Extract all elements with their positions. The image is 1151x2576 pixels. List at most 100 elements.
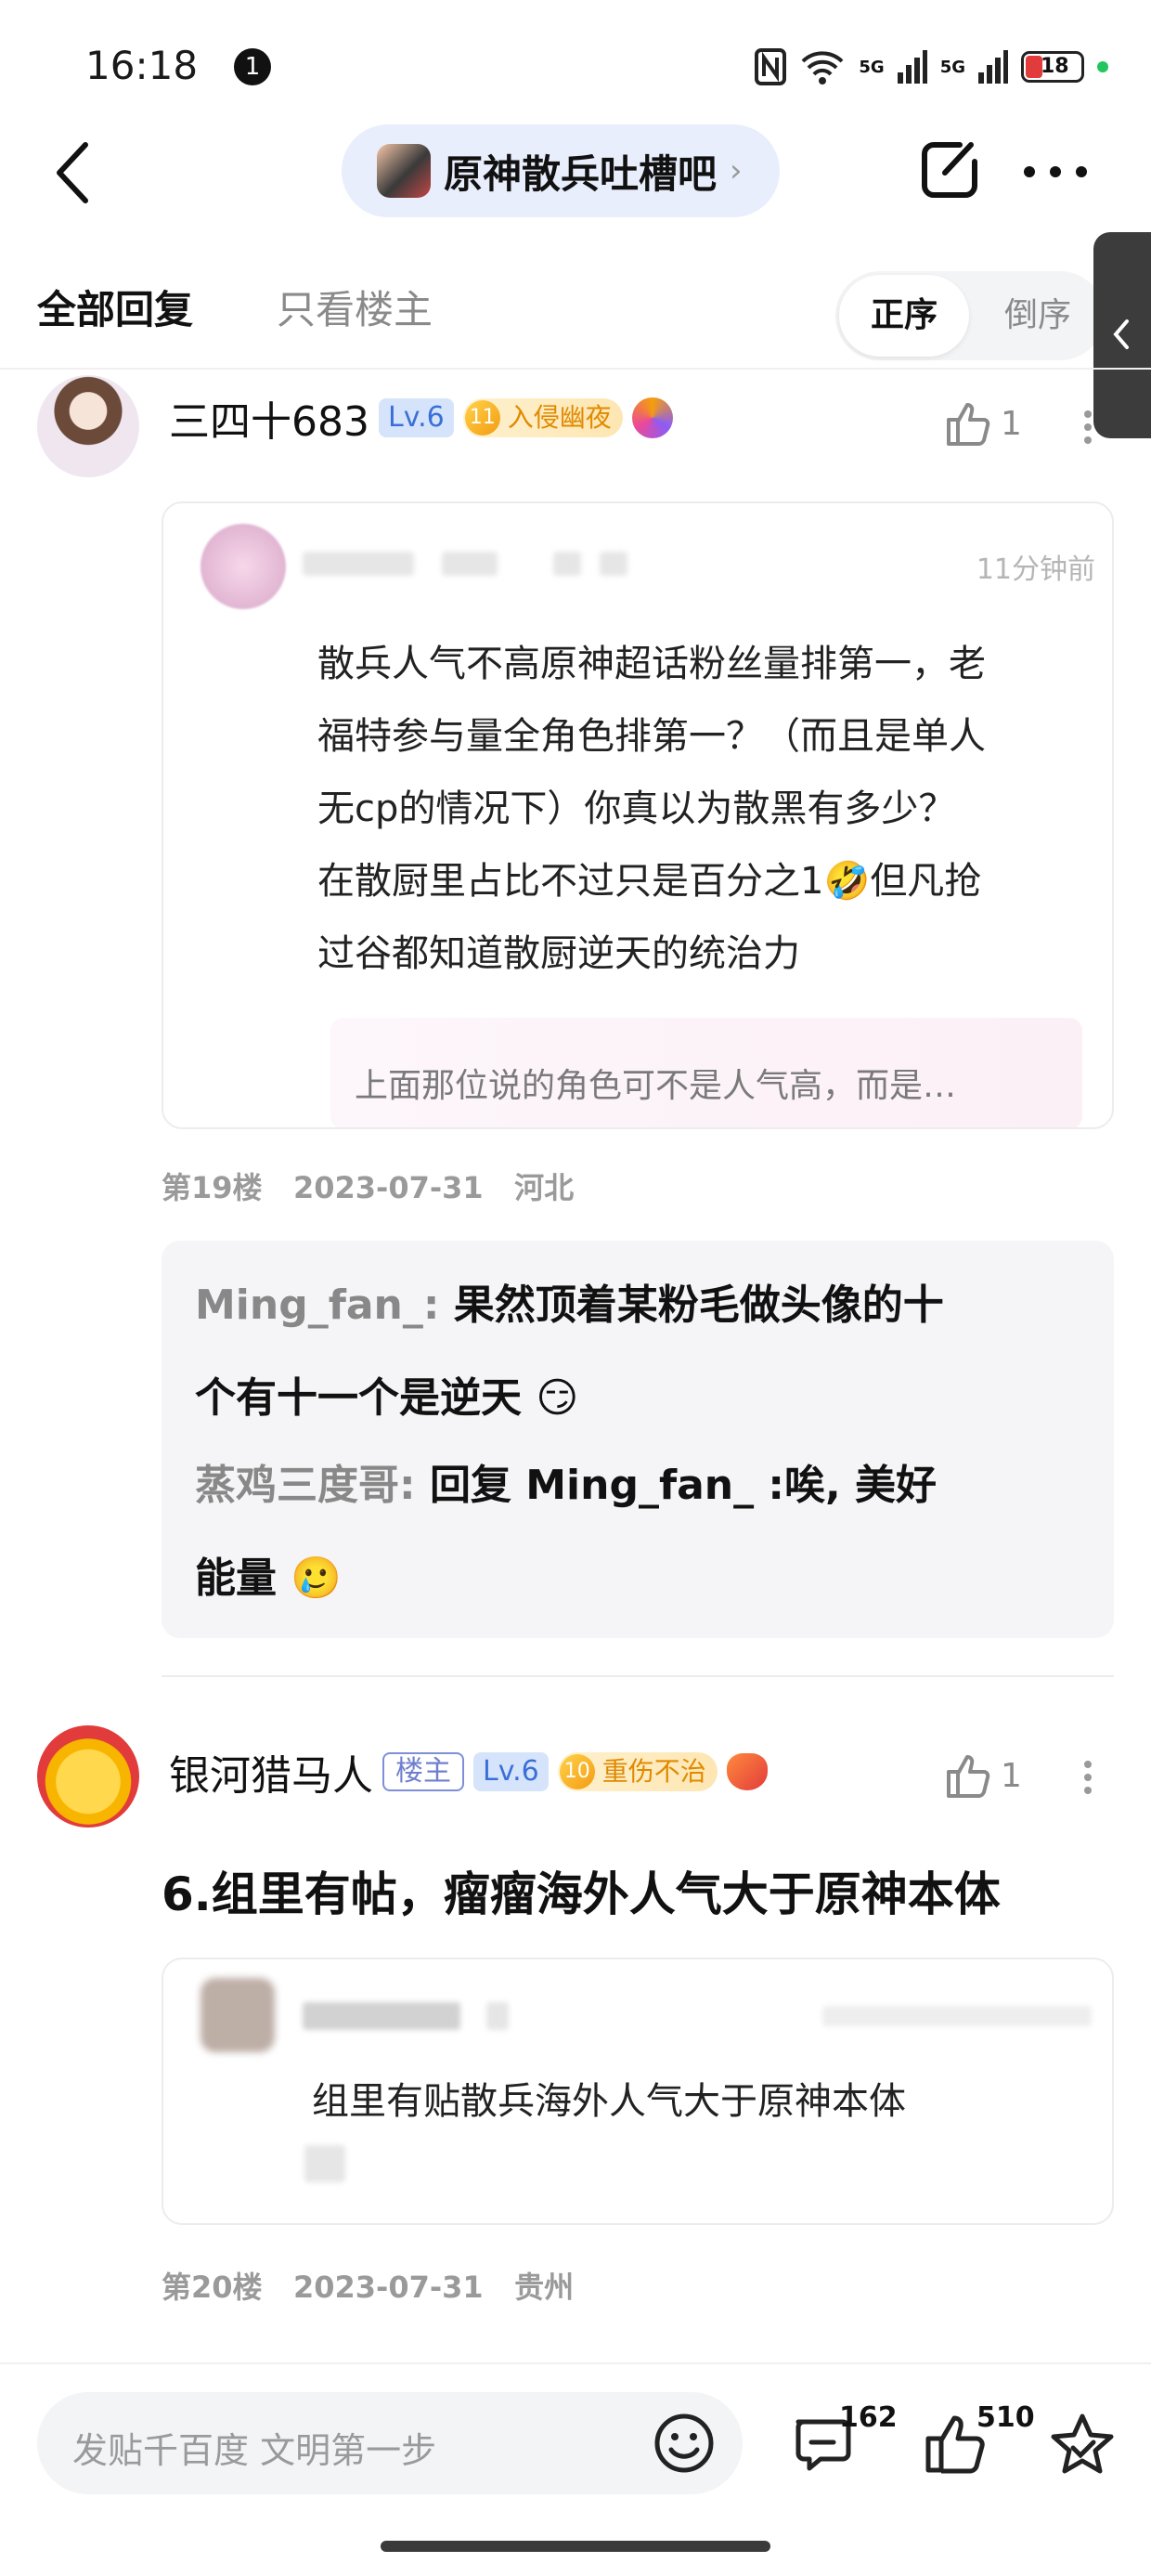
signal-label-1: 5G (859, 57, 885, 77)
status-time: 16:18 (85, 43, 199, 88)
blurred-text (553, 552, 581, 576)
honor-badge: 11 入侵幽夜 (462, 398, 623, 437)
notification-count-badge: 1 (234, 48, 271, 85)
signal-icon (897, 50, 927, 84)
floor-number: 第20楼 (162, 2270, 263, 2305)
sub-reply-text-cont: 个有十一个是逆天 😏 (195, 1374, 579, 1422)
like-post-button[interactable]: 510 (921, 2401, 1035, 2479)
floor-meta: 第20楼 2023-07-31 贵州 (162, 2264, 574, 2307)
quote-line: 散兵人气不高原神超话粉丝量排第一，老 (317, 643, 986, 685)
kebab-menu-icon[interactable] (1084, 1755, 1093, 1800)
blurred-image (304, 2145, 345, 2182)
level-badge: Lv.6 (473, 1752, 549, 1791)
floor-number: 第19楼 (162, 1170, 263, 1205)
like-button[interactable]: 1 (943, 1751, 1022, 1800)
side-drawer-handle[interactable] (1093, 232, 1151, 438)
level-badge: Lv.6 (378, 398, 454, 437)
sub-reply-author[interactable]: Ming_fan_: (195, 1281, 439, 1329)
quote-line: 过谷都知道散厨逆天的统治力 (317, 932, 800, 975)
quoted-post-card[interactable]: 组里有贴散兵海外人气大于原神本体 (162, 1958, 1114, 2225)
user-avatar[interactable] (37, 375, 139, 477)
op-tag: 楼主 (382, 1752, 464, 1791)
sub-reply-text: 果然顶着某粉毛做头像的十 (453, 1281, 944, 1329)
blurred-text (600, 552, 627, 576)
post-location: 贵州 (514, 2270, 575, 2305)
sub-reply-text: 回复 Ming_fan_ :唉, 美好 (429, 1462, 938, 1509)
post-19-user-row: 三四十683 Lv.6 11 入侵幽夜 (169, 388, 673, 448)
faded-preview: 上面那位说的角色可不是人气高，而是… (330, 1018, 1082, 1127)
post-divider (162, 1675, 1114, 1677)
blurred-username (303, 552, 414, 576)
badge-level: 10 (559, 1754, 595, 1789)
like-count: 1 (1001, 404, 1022, 443)
username[interactable]: 三四十683 (169, 388, 369, 448)
sub-reply-1: Ming_fan_: 果然顶着某粉毛做头像的十 个有十一个是逆天 😏 (195, 1259, 1095, 1445)
thumbs-up-icon (947, 403, 990, 446)
quoted-user-avatar (200, 1978, 275, 2052)
comment-count: 162 (839, 2401, 898, 2434)
nfc-icon (755, 48, 787, 85)
quote-line: 在散厨里占比不过只是百分之1🤣但凡抢 (317, 860, 982, 903)
quote-time: 11分钟前 (976, 553, 1095, 586)
post-date: 2023-07-31 (292, 1170, 484, 1205)
sort-descending-button[interactable]: 倒序 (1004, 275, 1071, 357)
user-avatar[interactable] (37, 1725, 139, 1828)
blurred-text (486, 2002, 509, 2030)
comment-button[interactable]: 162 (791, 2401, 898, 2479)
sub-reply-text-cont: 能量 🥲 (195, 1555, 343, 1602)
reply-placeholder: 发贴千百度 文明第一步 (72, 2430, 437, 2471)
quoted-post-card[interactable]: 11分钟前 散兵人气不高原神超话粉丝量排第一，老 福特参与量全角色排第一？（而且… (162, 501, 1114, 1129)
quoted-user-avatar (200, 524, 286, 609)
status-icons: 5G 5G 18 (755, 46, 1108, 87)
quote-body: 散兵人气不高原神超话粉丝量排第一，老 福特参与量全角色排第一？（而且是单人 无c… (317, 628, 1097, 990)
battery-level: 18 (1041, 55, 1069, 78)
blurred-time (822, 2006, 1092, 2026)
back-arrow-icon[interactable] (52, 139, 93, 206)
blurred-text (442, 552, 498, 576)
like-total: 510 (976, 2401, 1035, 2434)
sort-ascending-button[interactable]: 正序 (839, 275, 969, 357)
battery-icon: 18 (1021, 51, 1084, 83)
honor-badge: 10 重伤不治 (557, 1752, 718, 1791)
decoration-icon (726, 1753, 768, 1790)
sub-reply-2: 蒸鸡三度哥: 回复 Ming_fan_ :唉, 美好 能量 🥲 (195, 1439, 1095, 1625)
like-button[interactable]: 1 (943, 399, 1022, 448)
floor-meta: 第19楼 2023-07-31 河北 (162, 1164, 574, 1207)
wifi-icon (801, 51, 844, 85)
edit-icon[interactable] (919, 139, 980, 201)
post-location: 河北 (514, 1170, 575, 1205)
signal-icon-2 (978, 50, 1008, 84)
post-date: 2023-07-31 (292, 2270, 484, 2305)
badge-level: 11 (464, 400, 500, 436)
home-indicator[interactable] (381, 2541, 770, 2552)
sub-reply-author[interactable]: 蒸鸡三度哥: (195, 1462, 416, 1509)
sub-replies-box[interactable]: Ming_fan_: 果然顶着某粉毛做头像的十 个有十一个是逆天 😏 蒸鸡三度哥… (162, 1241, 1114, 1638)
badge-text: 重伤不治 (601, 1756, 706, 1787)
post-title: 6.组里有帖，瘤瘤海外人气大于原神本体 (162, 1867, 1001, 1921)
signal-label-2: 5G (939, 57, 965, 77)
forum-pill[interactable]: 原神散兵吐槽吧 › (342, 124, 780, 217)
quote-body: 组里有贴散兵海外人气大于原神本体 (312, 2080, 906, 2123)
decoration-icon (631, 397, 673, 438)
tab-all-replies[interactable]: 全部回复 (37, 279, 193, 335)
post-20-user-row: 银河猎马人 楼主 Lv.6 10 重伤不治 (169, 1742, 768, 1802)
chevron-left-icon (1113, 319, 1129, 349)
charging-dot (1097, 61, 1108, 72)
more-icon[interactable] (1023, 165, 1088, 178)
faded-preview-text: 上面那位说的角色可不是人气高，而是… (355, 1067, 957, 1105)
thumbs-up-icon (947, 1755, 990, 1798)
chevron-right-icon: › (730, 152, 743, 189)
emoji-icon[interactable] (653, 2413, 715, 2474)
like-count: 1 (1001, 1756, 1022, 1795)
favorite-star-icon[interactable] (1047, 2411, 1118, 2478)
username[interactable]: 银河猎马人 (169, 1742, 373, 1802)
blurred-username (303, 2002, 460, 2030)
tab-only-op[interactable]: 只看楼主 (277, 279, 433, 335)
quote-line: 无cp的情况下）你真以为散黑有多少？ (317, 787, 956, 830)
kebab-menu-icon[interactable] (1084, 405, 1093, 449)
quote-line: 福特参与量全角色排第一？（而且是单人 (317, 715, 986, 758)
forum-name: 原神散兵吐槽吧 (444, 150, 718, 197)
badge-text: 入侵幽夜 (507, 402, 612, 433)
forum-avatar (377, 144, 431, 198)
divider (0, 368, 1151, 370)
